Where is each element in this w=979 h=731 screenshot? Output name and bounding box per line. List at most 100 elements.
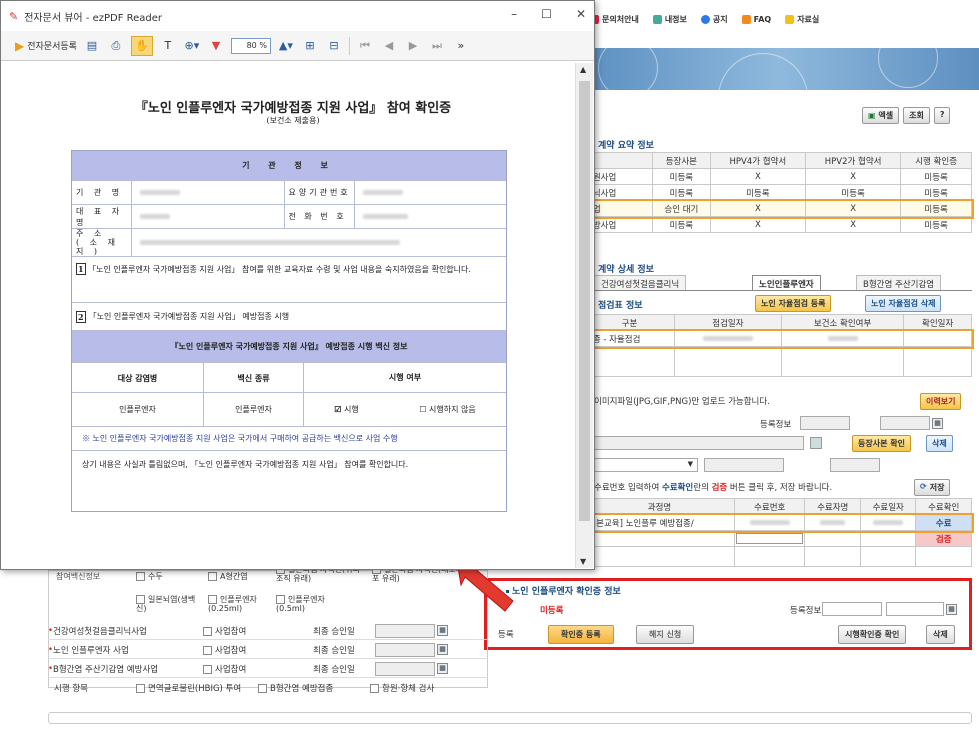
verify-button[interactable]: 검증 bbox=[915, 530, 972, 547]
table-row[interactable]: 접종 - 자율점검 bbox=[582, 328, 974, 349]
nav-contact[interactable]: 문의처안내 bbox=[590, 14, 639, 25]
confirm-button[interactable]: 수료 bbox=[915, 514, 972, 531]
fit-width-icon[interactable]: ⊟ bbox=[325, 36, 343, 56]
document-area: 『노인 인플루엔자 국가예방접종 지원 사업』 참여 확인증 (보건소 제출용)… bbox=[11, 63, 575, 568]
save-button[interactable]: ⟳ 저장 bbox=[914, 479, 951, 496]
first-page-icon[interactable]: ⏮ bbox=[356, 36, 374, 56]
left-row-3: • B형간염 주산기감염 예방사업 사업참여 최종 승인일 ▦ bbox=[48, 660, 488, 678]
toolbar: ▶ 전자문서등록 ▤ ⎙ ✋ T ⊕▾ ▼ 80 % ▲▾ ⊞ ⊟ ⏮ ◀ ▶ ⏭… bbox=[1, 31, 594, 61]
notice-icon bbox=[700, 15, 710, 24]
attach-icon[interactable] bbox=[810, 437, 822, 449]
register-doc-button[interactable]: ▶ 전자문서등록 bbox=[15, 36, 77, 56]
print-icon[interactable]: ⎙ bbox=[107, 36, 125, 56]
highlight-box bbox=[484, 578, 972, 650]
faq-icon bbox=[741, 15, 751, 24]
doc-title: 『노인 인플루엔자 국가예방접종 지원 사업』 참여 확인증 bbox=[134, 101, 452, 116]
help-button[interactable]: ? bbox=[933, 107, 951, 124]
window-title: 전자문서 뷰어 - ezPDF Reader bbox=[24, 12, 163, 24]
minimize-button[interactable]: – bbox=[511, 7, 517, 21]
tab-hepb[interactable]: B형간염 주산기감염 bbox=[856, 275, 942, 290]
chevron-down-icon: ▼ bbox=[687, 460, 693, 468]
doc-register-icon: ▶ bbox=[15, 38, 25, 53]
table-row[interactable]: 예방사업 미등록 X X 미등록 bbox=[584, 216, 972, 233]
opt-hepa[interactable]: A형간염 bbox=[208, 571, 248, 582]
doc-note: ※ 노인 인플루엔자 국가예방접종 지원 사업은 국가에서 구매하여 공급하는 … bbox=[72, 427, 506, 451]
next-page-icon[interactable]: ▶ bbox=[404, 36, 422, 56]
check-register-button[interactable]: 노인 자율점검 등록 bbox=[755, 295, 832, 312]
nav-faq[interactable]: FAQ bbox=[741, 14, 771, 25]
opt-flu-05[interactable]: 인플루엔자(0.5ml) bbox=[276, 595, 346, 613]
check-table: 구분 점검일자 보건소 확인여부 확인일자 접종 - 자율점검 bbox=[582, 314, 974, 377]
nav-resources[interactable]: 자료실 bbox=[785, 14, 819, 25]
zoom-out-icon[interactable]: ▼ bbox=[207, 36, 225, 56]
tab-women-clinic[interactable]: 건강여성첫걸음클리닉 bbox=[594, 275, 687, 290]
doc-confirm: 상기 내용은 사실과 틀림없으며, 「노인 인플루엔자 국가예방접종 지원 사업… bbox=[82, 460, 409, 469]
table-row[interactable]: 지원사업 미등록 X X 미등록 bbox=[584, 168, 972, 185]
excel-button[interactable]: ▣ 엑셀 bbox=[862, 107, 900, 124]
prev-page-icon[interactable]: ◀ bbox=[380, 36, 398, 56]
opt-varicella[interactable]: 수두 bbox=[136, 571, 163, 582]
reg-date-field bbox=[800, 416, 850, 430]
save-icon[interactable]: ▤ bbox=[83, 36, 101, 56]
last-page-icon[interactable]: ⏭ bbox=[428, 36, 446, 56]
tab-flu[interactable]: 노인인플루엔자 bbox=[752, 275, 821, 290]
reg-date2-field bbox=[880, 416, 930, 430]
vertical-scrollbar[interactable]: ▲ ▼ bbox=[575, 63, 593, 568]
footer-bar bbox=[48, 712, 972, 724]
zoom-icon[interactable]: ⊕▾ bbox=[183, 36, 201, 56]
table-row[interactable]: 리닉사업 미등록 미등록 미등록 미등록 bbox=[584, 184, 972, 201]
reg-info-label: 등록정보 bbox=[760, 420, 792, 430]
delete-copy-button[interactable]: 삭제 bbox=[926, 435, 953, 452]
check-delete-button[interactable]: 노인 자율점검 삭제 bbox=[865, 295, 942, 312]
check-title: 점검표 정보 bbox=[592, 298, 643, 311]
scroll-up-icon[interactable]: ▲ bbox=[580, 65, 586, 74]
left-row-1: • 건강여성첫걸음클리닉사업 사업참여 최종 승인일 ▦ bbox=[48, 622, 488, 640]
fit-page-icon[interactable]: ⊞ bbox=[301, 36, 319, 56]
text-select-icon[interactable]: T bbox=[159, 36, 177, 56]
zoom-select[interactable]: 80 % bbox=[230, 37, 271, 54]
zoom-in-icon[interactable]: ▲▾ bbox=[277, 36, 295, 56]
refresh-icon: ⟳ bbox=[920, 482, 927, 491]
history-button[interactable]: 이력보기 bbox=[920, 393, 962, 410]
opt-flu-025[interactable]: 인플루엔자(0.25ml) bbox=[208, 595, 278, 613]
maximize-button[interactable]: ☐ bbox=[541, 7, 552, 21]
file-path-field bbox=[584, 436, 804, 450]
table-row-selected[interactable]: 사업승인 대기XX미등록 bbox=[582, 198, 974, 219]
org-info-table: 기 관 정 보 기 관 명 요양기관번호 대 표 자 명전 화 번 호 주 소 (… bbox=[71, 150, 507, 512]
cert-number-field[interactable] bbox=[704, 458, 784, 472]
select-field[interactable]: ▼ bbox=[584, 458, 698, 472]
org-header: 기 관 정 보 bbox=[72, 151, 506, 181]
scroll-down-icon[interactable]: ▼ bbox=[580, 557, 586, 566]
calendar-icon[interactable]: ▦ bbox=[437, 644, 449, 655]
copy-confirm-button[interactable]: 등장사본 확인 bbox=[852, 435, 911, 452]
hand-tool-icon[interactable]: ✋ bbox=[130, 35, 153, 56]
detail-title: 계약 상세 정보 bbox=[592, 262, 654, 275]
item-1: 1 「노인 인플루엔자 국가예방접종 지원 사업」 참여를 위한 교육자료 수령… bbox=[72, 257, 506, 303]
summary-title: 계약 요약 정보 bbox=[592, 138, 654, 151]
pdf-viewer-window: ✎ 전자문서 뷰어 - ezPDF Reader – ☐ ✕ ▶ 전자문서등록 ▤… bbox=[0, 0, 595, 570]
table-row[interactable]: [기본교육] 노인플루 예방접종/수료 bbox=[582, 512, 974, 533]
folder-icon bbox=[785, 15, 795, 24]
cert-name-field[interactable] bbox=[830, 458, 880, 472]
opt-no-checkbox[interactable]: ☐ 시행하지 않음 bbox=[419, 404, 475, 415]
scroll-thumb[interactable] bbox=[579, 81, 590, 521]
opt-yes-checkbox[interactable]: ☑ 시행 bbox=[334, 404, 358, 415]
calendar-icon[interactable]: ▦ bbox=[437, 663, 449, 674]
top-nav: 문의처안내 내정보 공지 FAQ 자료실 bbox=[590, 14, 819, 25]
doc-subtitle: (보건소 제출용) bbox=[266, 116, 320, 125]
excel-icon: ▣ bbox=[868, 111, 879, 120]
opts-label: 참여백신정보 bbox=[56, 572, 101, 581]
left-row-2: • 노인 인플루엔자 사업 사업참여 최종 승인일 ▦ bbox=[48, 641, 488, 659]
course-table: 과정명 수료번호 수료자명 수료일자 수료확인 [기본교육] 노인플루 예방접종/수료 … bbox=[582, 498, 974, 567]
more-icon[interactable]: » bbox=[452, 36, 470, 56]
close-button[interactable]: ✕ bbox=[576, 7, 586, 21]
calendar-icon[interactable]: ▦ bbox=[932, 418, 943, 429]
opt-je-live[interactable]: 일본뇌염(생백신) bbox=[136, 595, 204, 613]
top-buttons: ▣ 엑셀 조회 ? bbox=[862, 107, 951, 124]
user-icon bbox=[652, 15, 662, 24]
nav-notice[interactable]: 공지 bbox=[700, 14, 728, 25]
search-button[interactable]: 조회 bbox=[903, 107, 930, 124]
calendar-icon[interactable]: ▦ bbox=[437, 625, 449, 636]
nav-myinfo[interactable]: 내정보 bbox=[652, 14, 687, 25]
vaccine-header: 『노인 인플루엔자 국가예방접종 지원 사업』 예방접종 시행 백신 정보 bbox=[72, 331, 506, 363]
